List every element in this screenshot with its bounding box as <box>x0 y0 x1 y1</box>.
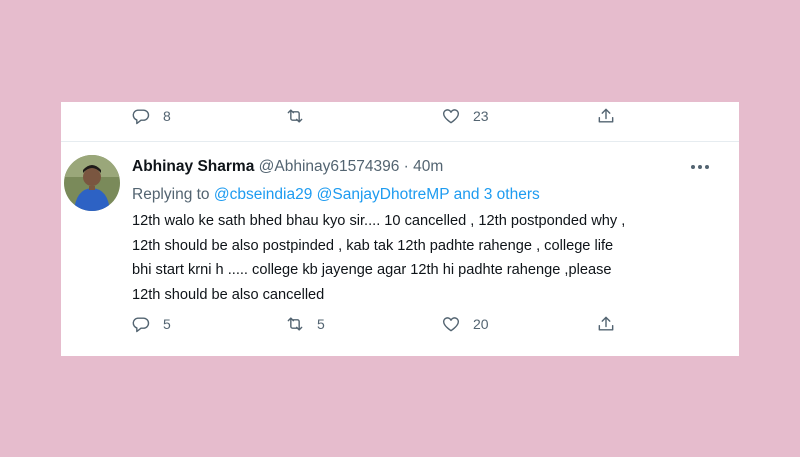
author-name[interactable]: Abhinay Sharma <box>132 158 254 175</box>
tweet-text-line: 12th should be also cancelled <box>132 286 325 303</box>
like-count: 23 <box>473 108 489 124</box>
share-button[interactable] <box>596 310 616 338</box>
reply-icon <box>132 317 150 333</box>
separator-dot: · <box>403 158 409 175</box>
author-handle[interactable]: @Abhinay61574396 <box>259 158 400 175</box>
prev-tweet-action-bar: 8 23 <box>131 102 631 130</box>
retweet-button[interactable]: 5 <box>285 310 325 338</box>
like-button[interactable]: 20 <box>441 310 489 338</box>
reply-icon <box>132 109 150 125</box>
retweet-icon <box>287 109 303 123</box>
tweet-text-line: 12th should be also postpinded , kab tak… <box>132 237 614 254</box>
like-button[interactable]: 23 <box>441 102 489 130</box>
tweet-text: 12th walo ke sath bhed bhau kyo sir.... … <box>132 209 722 307</box>
tweet-thread-card: 8 23 Abhinay Sharma @Abhinay61574396 · 4… <box>61 102 739 356</box>
mention-cbseindia29[interactable]: @cbseindia29 <box>214 186 312 203</box>
tweet-action-bar: 5 5 20 <box>131 310 631 338</box>
replying-prefix: Replying to <box>132 186 210 203</box>
share-button[interactable] <box>596 102 616 130</box>
mention-sanjaydhotremp[interactable]: @SanjayDhotreMP <box>317 186 450 203</box>
retweet-button[interactable] <box>285 102 317 130</box>
tweet-header: Abhinay Sharma @Abhinay61574396 · 40m <box>132 156 722 178</box>
retweet-count: 5 <box>317 316 325 332</box>
reply-count: 5 <box>163 316 171 332</box>
tweet-content: Abhinay Sharma @Abhinay61574396 · 40m Re… <box>132 156 722 307</box>
tweet-text-line: 12th walo ke sath bhed bhau kyo sir.... … <box>132 213 626 229</box>
reply-button[interactable]: 5 <box>131 310 171 338</box>
tweet-text-line: bhi start krni h ..... college kb jayeng… <box>132 262 612 278</box>
share-icon <box>598 316 614 331</box>
tweet-divider <box>61 141 739 142</box>
mention-others[interactable]: and 3 others <box>454 186 540 203</box>
avatar-image <box>64 155 120 211</box>
reply-count: 8 <box>163 108 171 124</box>
like-icon <box>442 109 460 124</box>
more-icon[interactable] <box>687 157 713 177</box>
retweet-icon <box>287 317 303 331</box>
avatar[interactable] <box>64 155 120 211</box>
like-count: 20 <box>473 316 489 332</box>
like-icon <box>442 317 460 332</box>
share-icon <box>598 108 614 123</box>
reply-button[interactable]: 8 <box>131 102 171 130</box>
tweet-time[interactable]: 40m <box>413 158 443 175</box>
replying-to: Replying to @cbseindia29 @SanjayDhotreMP… <box>132 184 722 206</box>
